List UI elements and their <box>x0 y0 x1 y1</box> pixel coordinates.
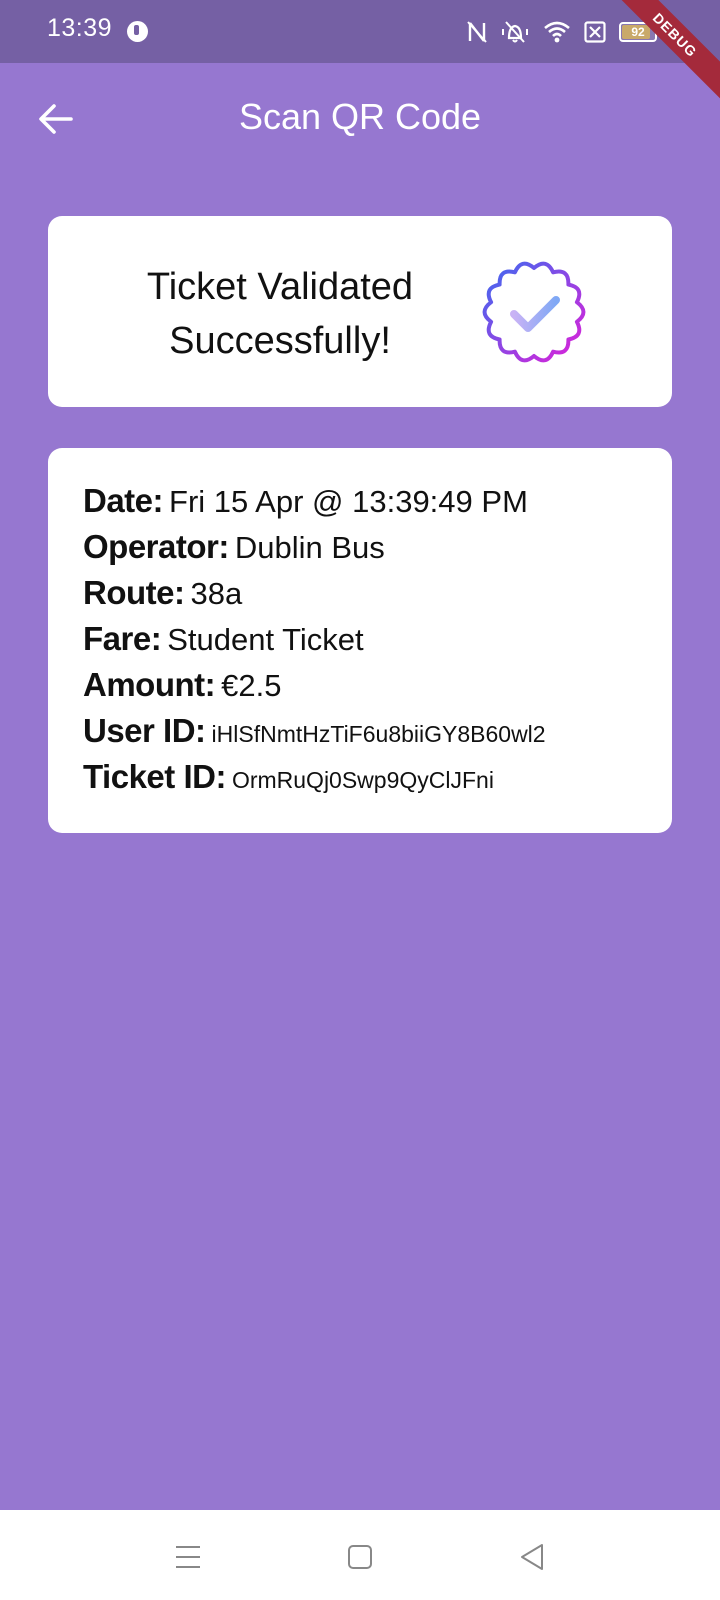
operator-label: Operator: <box>83 528 229 565</box>
amount-value: €2.5 <box>221 668 282 703</box>
validation-card: Ticket Validated Successfully! <box>48 216 672 407</box>
detail-row-date: Date: Fri 15 Apr @ 13:39:49 PM <box>83 482 546 528</box>
operator-value: Dublin Bus <box>234 530 385 565</box>
triangle-back-icon <box>521 1544 543 1570</box>
ticket-details-card: Date: Fri 15 Apr @ 13:39:49 PM Operator:… <box>48 448 672 833</box>
ticket-id-value: OrmRuQj0Swp9QyClJFni <box>231 767 494 793</box>
menu-lines-icon <box>176 1546 200 1568</box>
ticket-details: Date: Fri 15 Apr @ 13:39:49 PM Operator:… <box>83 482 546 804</box>
user-id-value: iHlSfNmtHzTiF6u8biiGY8B60wl2 <box>211 721 546 747</box>
amount-label: Amount: <box>83 666 216 703</box>
notification-app-icon <box>127 21 148 42</box>
recent-apps-button[interactable] <box>171 1540 205 1574</box>
date-label: Date: <box>83 482 164 519</box>
screen: 13:39 92 DEBUG Scan QR Code Ticket Valid… <box>0 0 720 1600</box>
system-nav-bar <box>0 1510 720 1600</box>
detail-row-operator: Operator: Dublin Bus <box>83 528 546 574</box>
detail-row-user-id: User ID: iHlSfNmtHzTiF6u8biiGY8B60wl2 <box>83 712 546 758</box>
fare-label: Fare: <box>83 620 162 657</box>
page-title: Scan QR Code <box>238 96 482 137</box>
back-nav-button[interactable] <box>515 1540 549 1574</box>
validation-message: Ticket Validated Successfully! <box>146 266 414 362</box>
date-value: Fri 15 Apr @ 13:39:49 PM <box>169 484 528 519</box>
silent-bell-icon <box>502 21 528 43</box>
battery-level: 92 <box>631 25 645 39</box>
wifi-icon <box>544 21 570 43</box>
verified-badge-icon <box>482 261 586 363</box>
detail-row-amount: Amount: €2.5 <box>83 666 546 712</box>
nfc-icon <box>467 21 487 43</box>
fare-value: Student Ticket <box>167 622 364 657</box>
sim-blocked-icon <box>584 21 606 43</box>
home-button[interactable] <box>343 1540 377 1574</box>
detail-row-route: Route: 38a <box>83 574 546 620</box>
app-bar: Scan QR Code <box>0 63 720 175</box>
status-bar: 13:39 92 <box>0 0 720 63</box>
route-label: Route: <box>83 574 185 611</box>
detail-row-ticket-id: Ticket ID: OrmRuQj0Swp9QyClJFni <box>83 758 546 804</box>
square-icon <box>348 1545 372 1569</box>
status-time: 13:39 <box>47 14 113 42</box>
user-id-label: User ID: <box>83 712 206 749</box>
ticket-id-label: Ticket ID: <box>83 758 226 795</box>
detail-row-fare: Fare: Student Ticket <box>83 620 546 666</box>
route-value: 38a <box>190 576 243 611</box>
